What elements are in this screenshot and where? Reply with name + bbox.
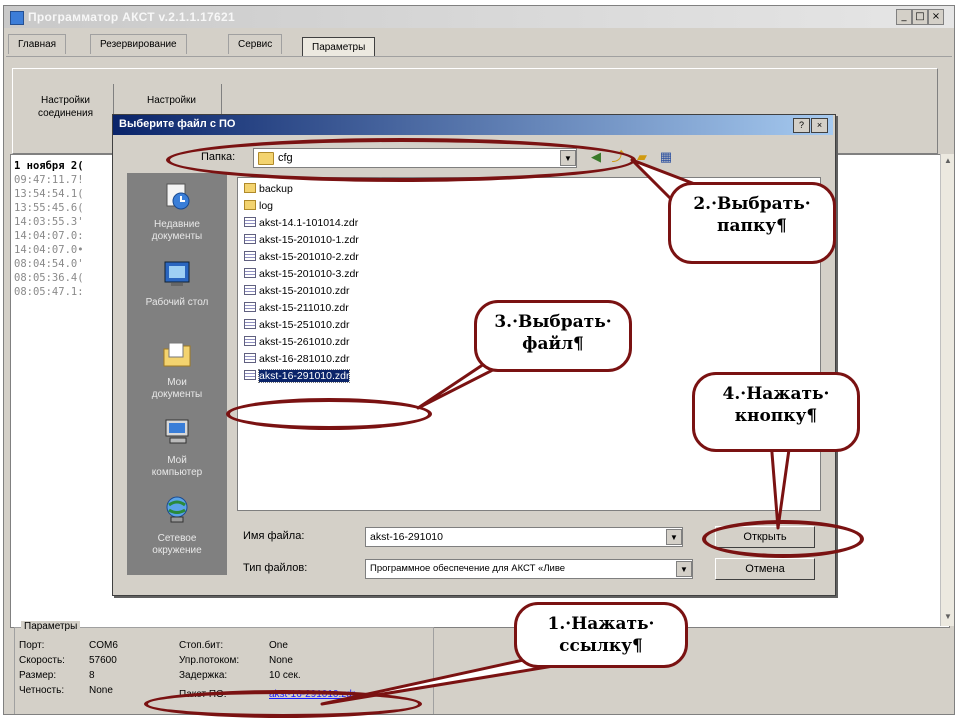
link-highlight-ring xyxy=(144,690,422,718)
annotation-step-2: 2.·Выбрать· папку¶ xyxy=(668,182,836,264)
annotation-step-3: 3.·Выбрать· файл¶ xyxy=(474,300,632,372)
annotation-text: 4.·Нажать· xyxy=(722,384,830,404)
annotation-step-1: 1.·Нажать· ссылку¶ xyxy=(514,602,688,668)
file-highlight-ring xyxy=(226,398,432,430)
annotation-text: файл¶ xyxy=(522,334,584,354)
annotation-text: 1.·Нажать· xyxy=(547,614,655,634)
annotation-text: 2.·Выбрать· xyxy=(693,194,811,214)
annotation-text: кнопку¶ xyxy=(734,406,818,426)
annotation-step-4: 4.·Нажать· кнопку¶ xyxy=(692,372,860,452)
folder-highlight-ring xyxy=(166,138,636,182)
annotation-text: 3.·Выбрать· xyxy=(494,312,612,332)
annotation-text: ссылку¶ xyxy=(559,636,643,656)
open-button-highlight-ring xyxy=(702,520,864,558)
annotation-text: папку¶ xyxy=(717,216,787,236)
